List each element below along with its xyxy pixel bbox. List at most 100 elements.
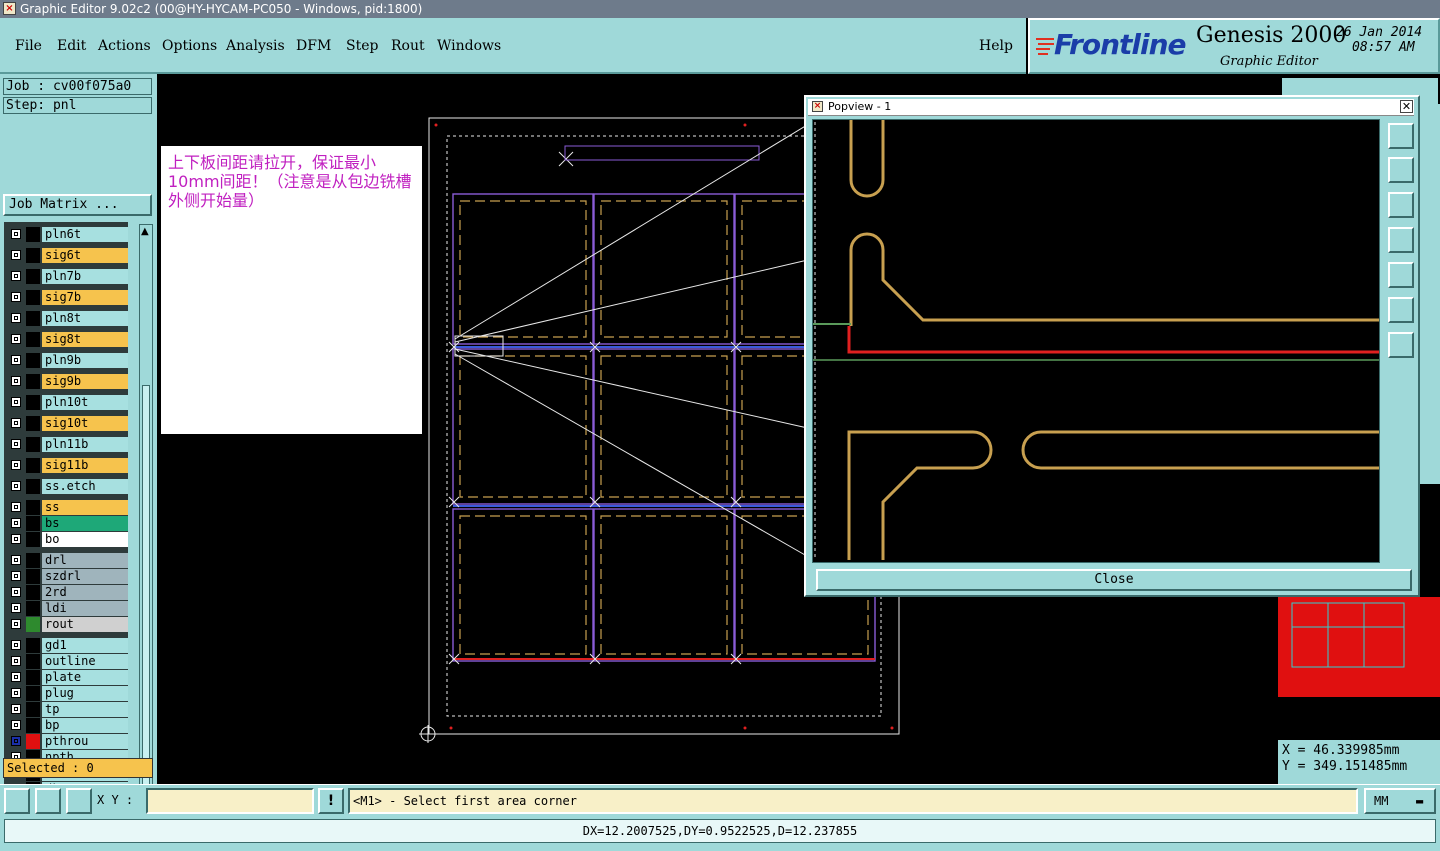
pv-pan-left-icon[interactable] — [1388, 227, 1414, 253]
measure-bar: DX=12.2007525,DY=0.9522525,D=12.237855 — [0, 816, 1440, 851]
measure-tool-icon[interactable] — [35, 788, 61, 814]
layer-checkbox[interactable] — [11, 229, 21, 239]
layer-row[interactable]: szdrl — [8, 569, 128, 584]
layer-row[interactable]: ss.etch — [8, 479, 128, 494]
layer-row[interactable]: pln10t — [8, 395, 128, 410]
layer-checkbox[interactable] — [11, 603, 21, 613]
unit-selector[interactable]: MM ▬ — [1364, 788, 1436, 814]
layer-scrollbar[interactable]: ▲ ▼ — [139, 224, 153, 828]
selected-count: Selected : 0 — [3, 758, 153, 778]
layer-row[interactable]: sig11b — [8, 458, 128, 473]
layer-row[interactable]: sig10t — [8, 416, 128, 431]
layer-row[interactable]: pln6t — [8, 227, 128, 242]
scroll-up-icon[interactable]: ▲ — [141, 226, 149, 237]
pv-zoom-home-icon[interactable] — [1388, 123, 1414, 149]
pv-zoom-in-icon[interactable] — [1388, 297, 1414, 323]
layer-checkbox[interactable] — [11, 555, 21, 565]
layer-checkbox[interactable] — [11, 292, 21, 302]
layer-row[interactable]: pln11b — [8, 437, 128, 452]
layer-row[interactable]: bo — [8, 532, 128, 547]
layer-row[interactable]: sig6t — [8, 248, 128, 263]
layer-checkbox[interactable] — [11, 587, 21, 597]
layer-row[interactable]: sig8t — [8, 332, 128, 347]
layer-row[interactable]: pln7b — [8, 269, 128, 284]
layer-checkbox[interactable] — [11, 502, 21, 512]
layer-row[interactable]: plate — [8, 670, 128, 685]
menu-help[interactable]: Help — [979, 38, 1013, 54]
layer-row[interactable]: plug — [8, 686, 128, 701]
pv-pan-right-icon[interactable] — [1388, 262, 1414, 288]
step-name: Step: pnl — [3, 97, 152, 114]
layer-checkbox[interactable] — [11, 355, 21, 365]
layer-checkbox[interactable] — [11, 376, 21, 386]
layer-row[interactable]: 2rd — [8, 585, 128, 600]
layer-checkbox[interactable] — [11, 418, 21, 428]
layer-checkbox[interactable] — [11, 619, 21, 629]
menu-windows[interactable]: Windows — [437, 38, 501, 54]
snap-tool-icon[interactable] — [4, 788, 30, 814]
popview-close-button[interactable]: Close — [816, 569, 1412, 591]
layer-row[interactable]: pln9b — [8, 353, 128, 368]
layer-checkbox[interactable] — [11, 481, 21, 491]
layer-row[interactable]: tp — [8, 702, 128, 717]
layer-checkbox[interactable] — [11, 313, 21, 323]
menu-edit[interactable]: Edit — [57, 38, 86, 54]
menu-bar: File Edit Actions Options Analysis DFM S… — [0, 18, 1026, 74]
layer-row[interactable]: pln8t — [8, 311, 128, 326]
pv-pan-up-icon[interactable] — [1388, 157, 1414, 183]
layer-row[interactable]: gd1 — [8, 638, 128, 653]
xy-input[interactable] — [146, 788, 314, 814]
popview-canvas[interactable] — [812, 119, 1380, 563]
layer-checkbox[interactable] — [11, 571, 21, 581]
menu-dfm[interactable]: DFM — [296, 38, 331, 54]
layer-row[interactable]: sig9b — [8, 374, 128, 389]
menu-options[interactable]: Options — [162, 38, 217, 54]
pv-pan-down-icon[interactable] — [1388, 192, 1414, 218]
layer-checkbox[interactable] — [11, 518, 21, 528]
job-matrix-button[interactable]: Job Matrix ... — [3, 194, 152, 216]
layer-checkbox[interactable] — [11, 460, 21, 470]
layer-row[interactable]: rout — [8, 617, 128, 632]
layer-checkbox[interactable] — [11, 656, 21, 666]
layer-checkbox[interactable] — [11, 672, 21, 682]
brand-product: Genesis 2000 — [1196, 23, 1347, 48]
warning-button[interactable]: ! — [318, 788, 344, 814]
layer-checkbox[interactable] — [11, 704, 21, 714]
side-tool-strip[interactable] — [1420, 104, 1440, 484]
menu-step[interactable]: Step — [346, 38, 378, 54]
layer-row[interactable]: drl — [8, 553, 128, 568]
layer-row[interactable]: bp — [8, 718, 128, 733]
grid-tool-icon[interactable] — [66, 788, 92, 814]
layer-row[interactable]: sig7b — [8, 290, 128, 305]
menu-analysis[interactable]: Analysis — [226, 38, 285, 54]
layer-checkbox[interactable] — [11, 334, 21, 344]
layer-row[interactable]: outline — [8, 654, 128, 669]
popview-titlebar: × Popview - 1 ✕ — [808, 99, 1414, 116]
menu-file[interactable]: File — [15, 38, 42, 54]
layer-row[interactable]: ldi — [8, 601, 128, 616]
popview-close-icon[interactable]: ✕ — [1400, 100, 1413, 113]
layer-label: ldi — [42, 601, 128, 616]
layer-checkbox[interactable] — [11, 439, 21, 449]
layer-checkbox[interactable] — [11, 271, 21, 281]
layer-checkbox[interactable] — [11, 736, 21, 746]
layer-row[interactable]: bs — [8, 516, 128, 531]
brand-logo: Frontline — [1054, 28, 1187, 61]
layer-checkbox[interactable] — [11, 397, 21, 407]
window-titlebar: × Graphic Editor 9.02c2 (00@HY-HYCAM-PC0… — [0, 0, 1440, 18]
layer-checkbox[interactable] — [11, 688, 21, 698]
layer-row-active[interactable]: pthrou — [8, 734, 128, 749]
scroll-thumb[interactable] — [142, 385, 150, 815]
layer-label: sig6t — [42, 248, 128, 263]
menu-rout[interactable]: Rout — [391, 38, 425, 54]
layer-checkbox[interactable] — [11, 250, 21, 260]
app-close-icon[interactable]: × — [3, 2, 16, 15]
layer-checkbox[interactable] — [11, 534, 21, 544]
layer-checkbox[interactable] — [11, 640, 21, 650]
menu-actions[interactable]: Actions — [98, 38, 151, 54]
layer-checkbox[interactable] — [11, 720, 21, 730]
mini-map[interactable] — [1278, 597, 1440, 697]
pv-zoom-out-icon[interactable] — [1388, 332, 1414, 358]
layer-row[interactable]: ss — [8, 500, 128, 515]
layer-label: szdrl — [42, 569, 128, 584]
